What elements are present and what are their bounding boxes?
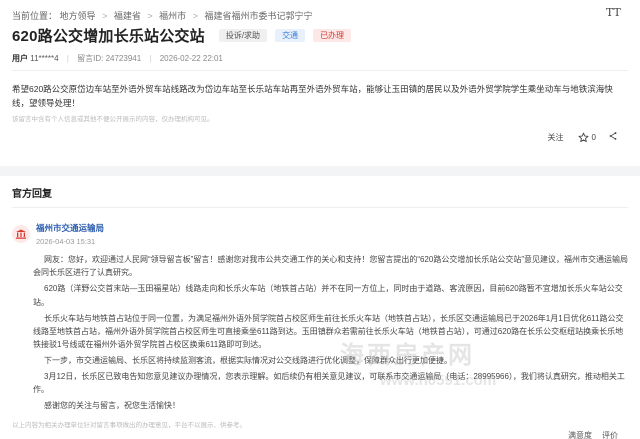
rate-button[interactable]: 评价	[602, 430, 618, 439]
reply-paragraph: 3月12日，长乐区已致电告知您意见建议办理情况，您表示理解。如后续仍有相关意见建…	[33, 372, 625, 395]
breadcrumb-item-leader[interactable]: 福建省福州市委书记郭宁宁	[204, 9, 312, 22]
reply-actions: 满意度 评价	[558, 430, 618, 439]
message-meta: 用户 11*****4 | 留言ID: 24723941 | 2026-02-2…	[12, 53, 223, 64]
like-count: 0	[591, 132, 596, 142]
breadcrumb-prefix: 当前位置：	[12, 11, 58, 21]
breadcrumb-item-region[interactable]: 地方领导	[60, 9, 96, 22]
message-body: 希望620路公交原岱边车站至外语外贸车站线路改为岱边车站至长乐站车站再至外语外贸…	[12, 84, 613, 108]
reply-paragraph: 620路（洋野公交首末站—玉田福星站）线路走向和长乐火车站（地铁首占站）并不在同…	[33, 284, 623, 307]
breadcrumb: 当前位置： 地方领导 > 福建省 > 福州市 > 福建省福州市委书记郭宁宁	[12, 9, 312, 22]
divider	[12, 70, 628, 71]
more-icon	[609, 132, 617, 140]
breadcrumb-item-province[interactable]: 福建省	[114, 9, 141, 22]
reply-paragraph: 下一步，市交通运输局、长乐区将持续监测客流，根据实际情况对公交线路进行优化调整，…	[44, 356, 452, 366]
star-icon	[578, 132, 588, 142]
message-datetime: 2026-02-22 22:01	[159, 54, 223, 63]
reply-body: 网友：您好，欢迎通过人民网“领导留言板”留言！感谢您对我市公共交通工作的关心和支…	[33, 253, 628, 415]
like-button[interactable]: 0	[578, 132, 596, 143]
privacy-disclaimer: 该留言中含有个人信息或其他不便公开展示的内容，仅办理机构可见。	[12, 116, 214, 123]
meta-separator: |	[149, 54, 152, 63]
message-actions: 关注 0	[548, 131, 618, 143]
reply-org-name[interactable]: 福州市交通运输局	[36, 222, 104, 234]
reply-heading: 官方回复	[12, 189, 52, 200]
org-avatar	[12, 225, 30, 243]
reply-org: 福州市交通运输局 2026-04-03 15:31	[12, 222, 104, 246]
tag-message-type: 投诉/求助	[218, 28, 268, 42]
meta-separator: |	[66, 54, 69, 63]
reply-paragraph: 网友：您好，欢迎通过人民网“领导留言板”留言！感谢您对我市公共交通工作的关心和支…	[33, 255, 628, 278]
satisfaction-button[interactable]: 满意度	[568, 430, 592, 439]
reply-paragraph: 感谢您的关注与留言，祝您生活愉快！	[44, 401, 180, 411]
message-code: 24723941	[105, 54, 142, 63]
breadcrumb-separator: >	[147, 11, 153, 21]
page: 当前位置： 地方领导 > 福建省 > 福州市 > 福建省福州市委书记郭宁宁 TT…	[0, 0, 640, 439]
reply-paragraph: 长乐火车站与地铁首占站位于同一位置，为满足福州外语外贸学院首占校区师生前往长乐火…	[33, 313, 624, 350]
follow-button[interactable]: 关注	[548, 132, 564, 143]
user-label: 用户	[12, 54, 28, 63]
reply-date: 2026-04-03 15:31	[36, 237, 96, 246]
breadcrumb-separator: >	[102, 11, 108, 21]
user-id: 11*****4	[30, 54, 59, 63]
breadcrumb-separator: >	[192, 11, 198, 21]
message-card: 当前位置： 地方领导 > 福建省 > 福州市 > 福建省福州市委书记郭宁宁 TT…	[0, 0, 640, 166]
tag-field: 交通	[275, 28, 306, 42]
message-code-label: 留言ID:	[77, 54, 104, 63]
font-size-icon[interactable]: TT	[606, 6, 621, 20]
reply-disclaimer: 以上内容为相关办理单位针对留言事项做出的办理意见，平台不以展示、供参考。	[12, 422, 246, 429]
divider	[12, 207, 628, 208]
reply-card: 官方回复 福州市交通运输局 2026-04-03 15:31 网友：您好，欢迎通…	[0, 176, 640, 439]
status-badge: 已办理	[313, 28, 352, 42]
breadcrumb-item-city[interactable]: 福州市	[159, 9, 186, 22]
share-icon[interactable]	[608, 131, 618, 143]
government-building-icon	[16, 229, 26, 239]
title-row: 620路公交增加长乐站公交站 投诉/求助 交通 已办理	[12, 26, 352, 45]
message-title: 620路公交增加长乐站公交站	[12, 27, 205, 45]
